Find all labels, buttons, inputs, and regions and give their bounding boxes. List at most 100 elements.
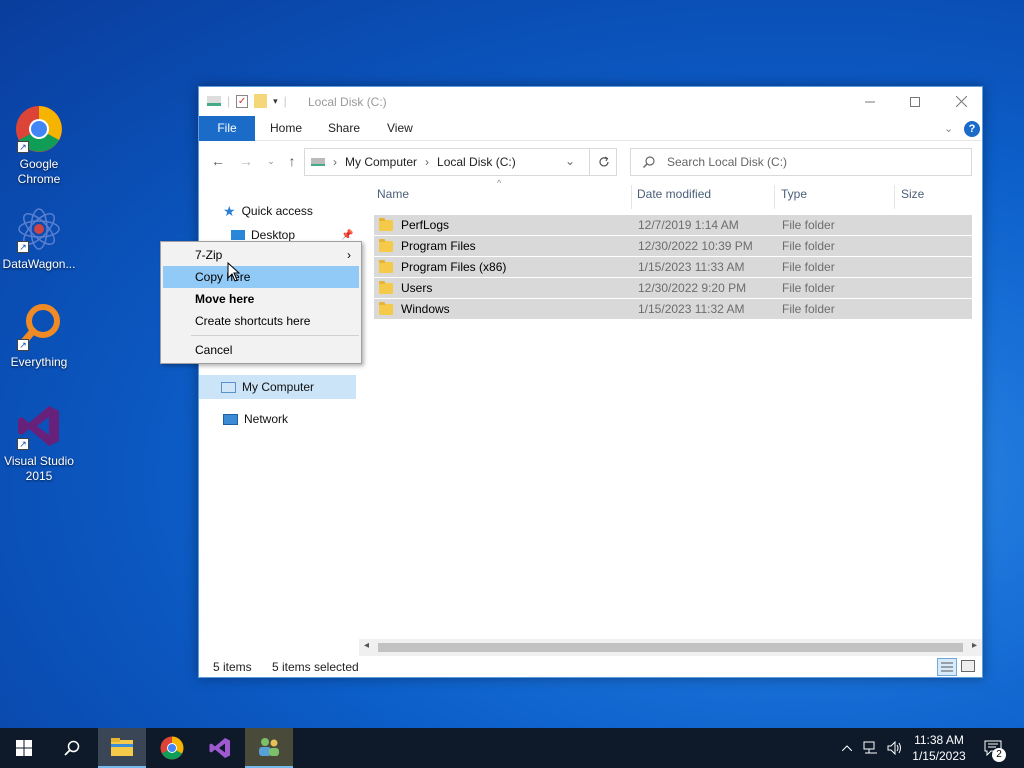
address-bar[interactable]: › My Computer › Local Disk (C:) ⌄ — [304, 148, 617, 176]
visual-studio-icon: ↗ — [15, 402, 63, 450]
desktop-icon-everything[interactable]: ↗ Everything — [0, 303, 78, 370]
desktop-icon-datawagon[interactable]: ↗ DataWagon... — [0, 205, 78, 272]
menu-item-move-here[interactable]: Move here — [163, 288, 359, 310]
maximize-icon — [910, 96, 920, 107]
nav-label: Network — [244, 412, 289, 426]
up-button[interactable]: ↑ — [282, 151, 302, 171]
table-row[interactable]: Program Files 12/30/2022 10:39 PM File f… — [374, 236, 972, 256]
desktop-icon — [231, 230, 245, 240]
minimize-icon — [865, 101, 875, 102]
tab-view[interactable]: View — [387, 116, 413, 141]
tab-home[interactable]: Home — [270, 116, 302, 141]
scrollbar-thumb[interactable] — [378, 643, 963, 652]
table-row[interactable]: PerfLogs 12/7/2019 1:14 AM File folder — [374, 215, 972, 235]
folder-icon — [379, 238, 393, 252]
desktop-icon-chrome[interactable]: ↗ Google Chrome — [0, 105, 78, 187]
volume-icon — [887, 741, 901, 755]
desktop-icon-label: Everything — [10, 355, 68, 369]
address-dropdown-icon[interactable]: ⌄ — [565, 154, 575, 168]
chevron-right-icon: › — [347, 248, 351, 262]
menu-item-7zip[interactable]: 7-Zip › — [163, 244, 359, 266]
menu-item-copy-here[interactable]: Copy here — [163, 266, 359, 288]
table-row[interactable]: Users 12/30/2022 9:20 PM File folder — [374, 278, 972, 298]
recent-locations-button[interactable]: ⌄ — [261, 151, 281, 171]
expand-ribbon-icon[interactable]: ⌄ — [944, 122, 953, 135]
column-header-date[interactable]: Date modified — [637, 187, 711, 207]
title-bar: | ✓ ▾ | Local Disk (C:) — [199, 87, 982, 116]
desktop-icon-label: Google Chrome — [17, 157, 61, 186]
help-icon[interactable]: ? — [964, 121, 980, 137]
column-divider[interactable] — [894, 185, 895, 209]
window-title: Local Disk (C:) — [308, 95, 387, 109]
properties-icon[interactable]: ✓ — [236, 94, 249, 108]
windows-logo-icon — [16, 740, 32, 756]
details-view-icon[interactable] — [937, 658, 957, 676]
column-divider[interactable] — [631, 185, 632, 209]
table-row[interactable]: Program Files (x86) 1/15/2023 11:33 AM F… — [374, 257, 972, 277]
refresh-icon — [598, 156, 609, 167]
users-icon — [259, 738, 279, 756]
search-button[interactable] — [48, 728, 96, 768]
taskbar-remote-app[interactable] — [245, 728, 293, 768]
close-icon — [955, 96, 967, 107]
menu-item-cancel[interactable]: Cancel — [163, 339, 359, 361]
desktop-icon-visual-studio[interactable]: ↗ Visual Studio 2015 — [0, 402, 78, 484]
volume-tray-button[interactable] — [884, 728, 906, 768]
nav-label: Desktop — [251, 228, 296, 242]
taskbar-chrome[interactable] — [148, 728, 196, 768]
item-count: 5 items — [213, 660, 252, 674]
desktop-icon-label: Visual Studio 2015 — [4, 454, 74, 483]
nav-network[interactable]: Network — [223, 407, 288, 431]
menu-item-label: Create shortcuts here — [195, 314, 311, 328]
large-icons-view-icon[interactable] — [961, 660, 975, 672]
back-button[interactable]: ← — [208, 151, 228, 171]
minimize-button[interactable] — [847, 87, 893, 116]
star-icon: ★ — [223, 202, 236, 219]
nav-quick-access[interactable]: ★ Quick access — [223, 199, 313, 223]
taskbar-visual-studio[interactable] — [196, 728, 244, 768]
menu-item-create-shortcuts[interactable]: Create shortcuts here — [163, 310, 359, 332]
file-type: File folder — [782, 239, 835, 253]
context-menu: 7-Zip › Copy here Move here Create short… — [160, 241, 362, 364]
menu-item-label: 7-Zip — [195, 248, 223, 262]
action-center-button[interactable]: 2 — [978, 728, 1008, 768]
table-row[interactable]: Windows 1/15/2023 11:32 AM File folder — [374, 299, 972, 319]
column-header-name[interactable]: Name — [377, 187, 409, 207]
network-tray-button[interactable] — [860, 728, 882, 768]
refresh-button[interactable] — [589, 149, 617, 175]
search-box[interactable]: Search Local Disk (C:) — [630, 148, 972, 176]
show-hidden-icons-button[interactable] — [838, 728, 856, 768]
forward-button[interactable]: → — [236, 151, 256, 171]
tab-share[interactable]: Share — [328, 116, 360, 141]
close-button[interactable] — [938, 87, 984, 116]
scroll-left-icon[interactable]: ◂ — [364, 640, 369, 651]
search-input[interactable]: Search Local Disk (C:) — [667, 155, 787, 169]
menu-item-label: Move here — [195, 292, 255, 306]
drive-icon[interactable] — [207, 96, 221, 106]
column-header-type[interactable]: Type — [781, 187, 807, 207]
maximize-button[interactable] — [892, 87, 938, 116]
file-date: 12/30/2022 10:39 PM — [638, 239, 753, 253]
breadcrumb-my-computer[interactable]: My Computer — [345, 155, 417, 169]
computer-icon — [221, 381, 236, 393]
horizontal-scrollbar[interactable]: ◂ ▸ — [359, 639, 982, 656]
selection-count: 5 items selected — [272, 660, 359, 674]
column-header-size[interactable]: Size — [901, 187, 924, 207]
customize-toolbar-icon[interactable]: ▾ — [273, 96, 278, 107]
search-icon — [64, 740, 80, 756]
tab-file[interactable]: File — [199, 116, 255, 141]
new-folder-icon[interactable] — [254, 94, 268, 108]
taskbar-file-explorer[interactable] — [98, 728, 146, 768]
column-divider[interactable] — [774, 185, 775, 209]
folder-icon — [379, 217, 393, 231]
breadcrumb-local-disk[interactable]: Local Disk (C:) — [437, 155, 516, 169]
nav-label: My Computer — [242, 380, 315, 394]
system-clock[interactable]: 11:38 AM 1/15/2023 — [906, 732, 972, 764]
drive-icon — [311, 158, 325, 166]
menu-item-label: Cancel — [195, 343, 233, 357]
clock-date: 1/15/2023 — [912, 749, 966, 763]
folder-icon — [379, 301, 393, 315]
start-button[interactable] — [0, 728, 48, 768]
scroll-right-icon[interactable]: ▸ — [972, 640, 977, 651]
nav-my-computer[interactable]: My Computer — [199, 375, 356, 399]
